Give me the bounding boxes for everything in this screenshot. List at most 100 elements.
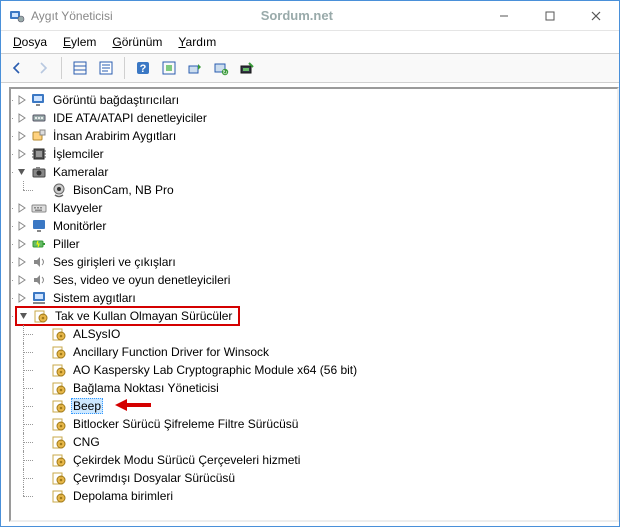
tree-item[interactable]: Çekirdek Modu Sürücü Çerçeveleri hizmeti [35,451,617,469]
tree-item-label: Klavyeler [51,201,104,215]
tree-item-label: IDE ATA/ATAPI denetleyiciler [51,111,209,125]
tree-item[interactable]: Kameralar [15,163,617,181]
menu-file[interactable]: Dosya [7,33,53,51]
tree-item[interactable]: BisonCam, NB Pro [35,181,617,199]
svg-text:↻: ↻ [222,70,227,77]
window-controls [481,1,619,30]
tree-item-label: Çekirdek Modu Sürücü Çerçeveleri hizmeti [71,453,302,467]
npnp-icon [33,308,49,324]
tree-item[interactable]: Piller [15,235,617,253]
audio-icon [31,272,47,288]
highlight-annotation: Tak ve Kullan Olmayan Sürücüler [15,306,240,326]
tree-item[interactable]: Bitlocker Sürücü Şifreleme Filtre Sürücü… [35,415,617,433]
audio-icon [31,254,47,270]
tree-item[interactable]: Ses girişleri ve çıkışları [15,253,617,271]
tree-item-label: Kameralar [51,165,110,179]
device-tree[interactable]: Görüntü bağdaştırıcıları IDE ATA/ATAPI de… [9,87,619,522]
tree-item-label: Ses girişleri ve çıkışları [51,255,178,269]
tree-item-label: Bağlama Noktası Yöneticisi [71,381,221,395]
tree-item-label: Beep [71,398,103,414]
tree-item[interactable]: Klavyeler [15,199,617,217]
npnp-icon [51,362,67,378]
npnp-icon [51,380,67,396]
npnp-icon [51,470,67,486]
toolbar-forward-button[interactable] [31,56,55,80]
expand-toggle[interactable] [15,255,29,269]
toolbar-help-button[interactable]: ? [131,56,155,80]
tree-item-label: ALSysIO [71,327,122,341]
arrow-annotation [113,397,153,416]
expand-toggle[interactable] [15,147,29,161]
tree-item-label: Tak ve Kullan Olmayan Sürücüler [53,309,234,323]
tree-item[interactable]: Çevrimdışı Dosyalar Sürücüsü [35,469,617,487]
hid-icon [31,128,47,144]
maximize-button[interactable] [527,1,573,30]
tree-item-label: Ses, video ve oyun denetleyicileri [51,273,232,287]
tree-item-label: Çevrimdışı Dosyalar Sürücüsü [71,471,237,485]
titlebar: Aygıt Yöneticisi Sordum.net [1,1,619,31]
expand-toggle[interactable] [15,93,29,107]
tree-item-label: BisonCam, NB Pro [71,183,176,197]
expand-toggle[interactable] [15,201,29,215]
svg-text:?: ? [140,63,147,75]
npnp-icon [51,416,67,432]
tree-item[interactable]: Depolama birimleri [35,487,617,505]
tree-item[interactable]: Beep [35,397,617,415]
battery-icon [31,236,47,252]
npnp-icon [51,434,67,450]
tree-item-label: Depolama birimleri [71,489,175,503]
tree-item-label: AO Kaspersky Lab Cryptographic Module x6… [71,363,359,377]
tree-item-label: Sistem aygıtları [51,291,138,305]
npnp-icon [51,326,67,342]
menu-view[interactable]: Görünüm [106,33,168,51]
npnp-icon [51,488,67,504]
toolbar-refresh-button[interactable] [157,56,181,80]
tree-item[interactable]: Sistem aygıtları [15,289,617,307]
expand-toggle[interactable] [15,219,29,233]
tree-item[interactable]: Monitörler [15,217,617,235]
expand-toggle[interactable] [15,291,29,305]
tree-item-label: CNG [71,435,102,449]
tree-item[interactable]: İşlemciler [15,145,617,163]
minimize-button[interactable] [481,1,527,30]
expand-toggle[interactable] [15,129,29,143]
toolbar-properties-button[interactable] [94,56,118,80]
webcam-icon [51,182,67,198]
tree-item[interactable]: IDE ATA/ATAPI denetleyiciler [15,109,617,127]
app-icon [9,8,25,24]
tree-item[interactable]: İnsan Arabirim Aygıtları [15,127,617,145]
toolbar-view-button[interactable] [68,56,92,80]
collapse-toggle[interactable] [17,309,31,323]
tree-item[interactable]: Tak ve Kullan Olmayan Sürücüler [15,307,617,325]
toolbar-update-driver-button[interactable] [183,56,207,80]
expand-toggle[interactable] [15,273,29,287]
toolbar-scan-button[interactable] [235,56,259,80]
camera-icon [31,164,47,180]
tree-item[interactable]: CNG [35,433,617,451]
watermark: Sordum.net [113,8,481,23]
close-button[interactable] [573,1,619,30]
tree-item[interactable]: Görüntü bağdaştırıcıları [15,91,617,109]
toolbar-back-button[interactable] [5,56,29,80]
tree-item[interactable]: AO Kaspersky Lab Cryptographic Module x6… [35,361,617,379]
expand-toggle[interactable] [15,111,29,125]
tree-item-label: Monitörler [51,219,108,233]
menubar: Dosya Eylem Görünüm Yardım [1,31,619,53]
tree-item[interactable]: Bağlama Noktası Yöneticisi [35,379,617,397]
system-icon [31,290,47,306]
npnp-icon [51,344,67,360]
tree-item-label: Görüntü bağdaştırıcıları [51,93,181,107]
menu-action[interactable]: Eylem [57,33,102,51]
tree-item[interactable]: Ses, video ve oyun denetleyicileri [15,271,617,289]
content-area: Görüntü bağdaştırıcıları IDE ATA/ATAPI de… [1,83,619,526]
toolbar-uninstall-button[interactable]: ↻ [209,56,233,80]
menu-help[interactable]: Yardım [172,33,222,51]
tree-item-label: Bitlocker Sürücü Şifreleme Filtre Sürücü… [71,417,300,431]
keyboard-icon [31,200,47,216]
npnp-icon [51,452,67,468]
tree-item[interactable]: Ancillary Function Driver for Winsock [35,343,617,361]
tree-item[interactable]: ALSysIO [35,325,617,343]
collapse-toggle[interactable] [15,165,29,179]
separator [124,57,125,79]
expand-toggle[interactable] [15,237,29,251]
